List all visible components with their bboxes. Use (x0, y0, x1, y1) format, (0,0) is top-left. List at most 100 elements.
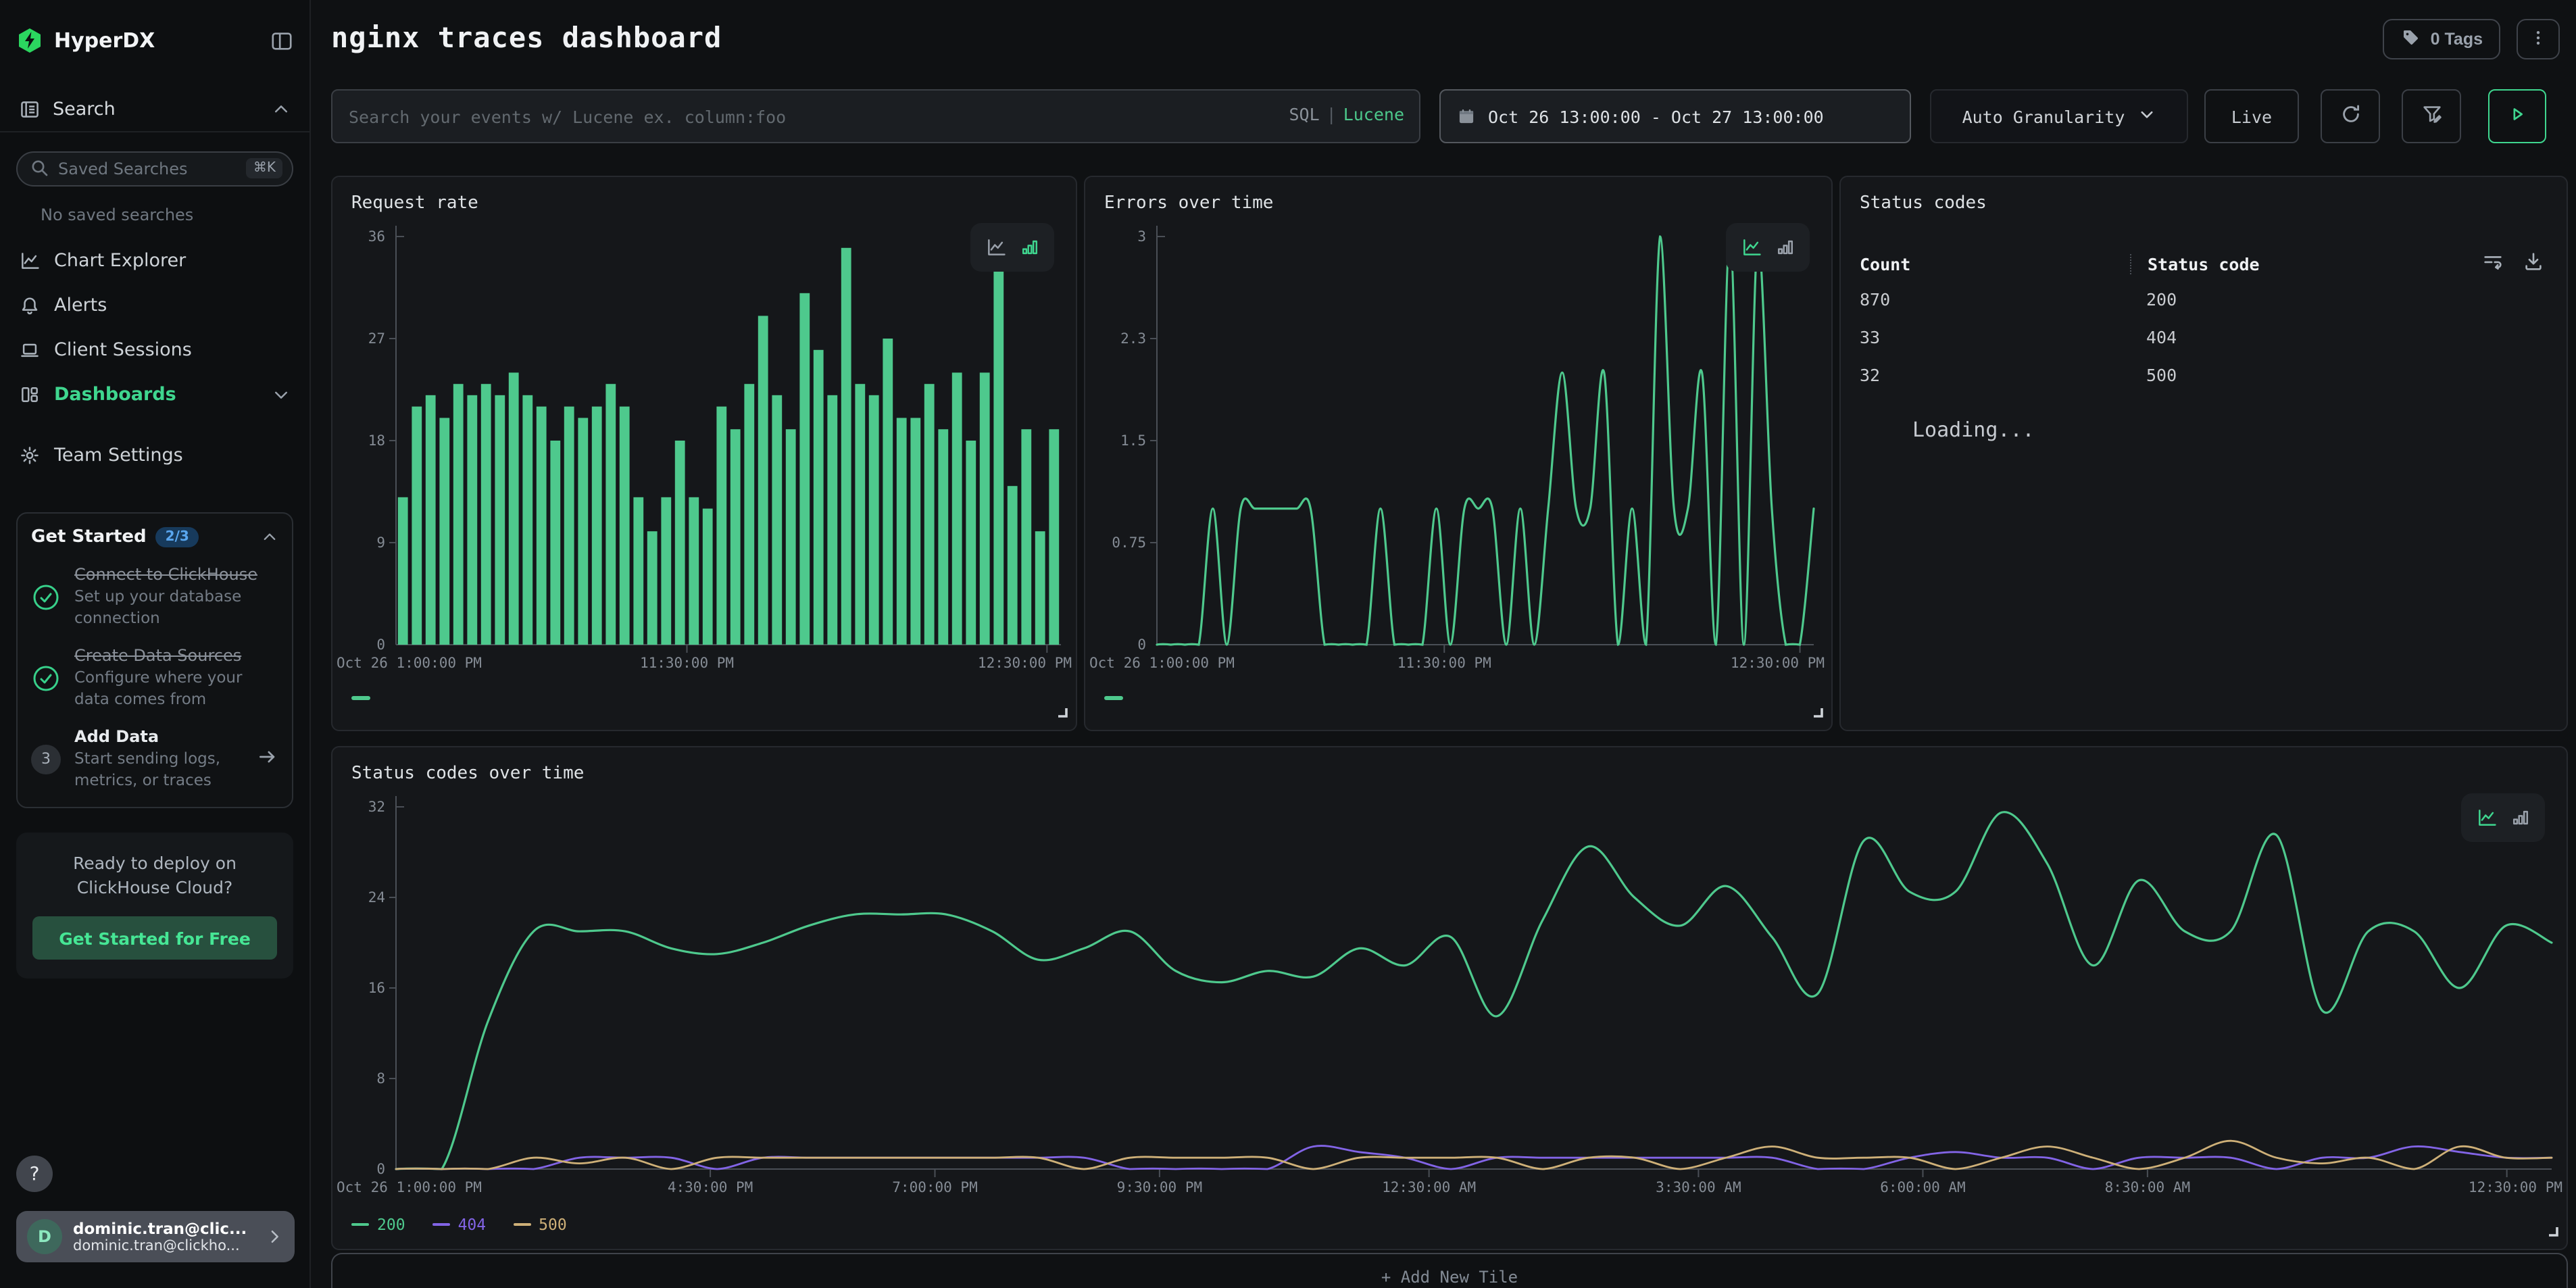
status-codes-table: Count Status code 870 200 33 404 32 500 (1860, 247, 2485, 393)
sidebar-item-search[interactable]: Search (0, 86, 309, 132)
sidebar-collapse-icon[interactable] (270, 29, 293, 52)
legend-item-500[interactable]: 500 (513, 1215, 567, 1234)
step-title: Connect to ClickHouse (74, 565, 278, 584)
panel-request-rate: Request rate 09182736Oct 26 1:00:00 PM11… (331, 176, 1077, 731)
refresh-button[interactable] (2321, 89, 2380, 143)
request-rate-chart: 09182736Oct 26 1:00:00 PM11:30:00 PM12:3… (334, 209, 1074, 685)
svg-text:4:30:00 PM: 4:30:00 PM (668, 1179, 753, 1195)
get-started-title: Get Started (31, 527, 147, 547)
get-started-step-sources[interactable]: Create Data Sources Configure where your… (31, 646, 278, 710)
date-range-picker[interactable]: Oct 26 13:00:00 - Oct 27 13:00:00 (1439, 89, 1911, 143)
sql-toggle[interactable]: SQL (1289, 104, 1319, 124)
calendar-icon (1457, 107, 1476, 126)
svg-text:0.75: 0.75 (1112, 535, 1146, 551)
chevron-down-icon[interactable] (272, 385, 291, 403)
bar-chart-toggle-icon[interactable] (1775, 237, 1796, 258)
step-subtitle: Configure where your data comes from (74, 668, 278, 710)
sidebar: HyperDX Search ⌘K No saved searches (0, 0, 311, 1288)
sidebar-item-chart-explorer[interactable]: Chart Explorer (0, 238, 309, 282)
line-chart-toggle-icon[interactable] (2475, 807, 2499, 828)
download-icon[interactable] (2522, 250, 2545, 273)
dashboard-menu-button[interactable] (2517, 19, 2560, 59)
loading-text: Loading... (1912, 418, 2035, 442)
table-row[interactable]: 870 200 (1860, 280, 2485, 318)
tags-button[interactable]: 0 Tags (2383, 19, 2500, 59)
check-circle-icon (31, 663, 61, 693)
lucene-toggle[interactable]: Lucene (1343, 104, 1404, 124)
sidebar-item-client-sessions[interactable]: Client Sessions (0, 327, 309, 372)
line-chart-toggle-icon[interactable] (1739, 237, 1764, 258)
run-query-button[interactable] (2488, 89, 2546, 143)
clickhouse-cloud-promo: Ready to deploy on ClickHouse Cloud? Get… (16, 833, 293, 979)
legend-dash (351, 1223, 369, 1226)
table-row[interactable]: 33 404 (1860, 318, 2485, 355)
sidebar-item-dashboards[interactable]: Dashboards (0, 372, 309, 416)
column-header-count[interactable]: Count (1860, 253, 2130, 274)
step-subtitle: Start sending logs, metrics, or traces (74, 749, 243, 791)
svg-text:12:30:00 PM: 12:30:00 PM (2469, 1179, 2562, 1195)
cell-count: 870 (1860, 289, 2130, 309)
get-started-header[interactable]: Get Started 2/3 (31, 527, 278, 547)
sidebar-item-alerts[interactable]: Alerts (0, 282, 309, 327)
filter-icon (2420, 102, 2443, 130)
event-search-input[interactable] (331, 89, 1420, 143)
user-email: dominic.tran@clickho... (73, 1238, 247, 1254)
svg-text:3: 3 (1137, 228, 1146, 245)
svg-text:12:30:00 AM: 12:30:00 AM (1382, 1179, 1476, 1195)
legend-item-200[interactable]: 200 (351, 1215, 405, 1234)
app-root: HyperDX Search ⌘K No saved searches (0, 0, 2576, 1288)
help-button[interactable]: ? (16, 1156, 53, 1192)
date-range-value: Oct 26 13:00:00 - Oct 27 13:00:00 (1488, 106, 1824, 126)
svg-text:2.3: 2.3 (1120, 330, 1146, 347)
get-started-step-add-data[interactable]: 3 Add Data Start sending logs, metrics, … (31, 727, 278, 791)
legend-dash[interactable] (351, 696, 370, 700)
cell-status-code: 404 (2130, 326, 2177, 347)
add-new-tile-button[interactable]: + Add New Tile (331, 1253, 2568, 1288)
table-actions (2481, 250, 2545, 273)
get-started-step-connect[interactable]: Connect to ClickHouse Set up your databa… (31, 565, 278, 628)
kebab-icon (2529, 28, 2548, 51)
table-row[interactable]: 32 500 (1860, 355, 2485, 393)
svg-text:16: 16 (368, 980, 385, 996)
legend-item-404[interactable]: 404 (432, 1215, 487, 1234)
sidebar-item-label: Dashboards (54, 383, 258, 405)
sidebar-item-label: Chart Explorer (54, 249, 291, 271)
promo-line1: Ready to deploy on (32, 851, 277, 876)
svg-text:12:30:00 PM: 12:30:00 PM (978, 655, 1072, 671)
granularity-value: Auto Granularity (1962, 106, 2125, 126)
legend-dash (432, 1223, 450, 1226)
svg-text:32: 32 (368, 799, 385, 815)
get-started-free-button[interactable]: Get Started for Free (32, 917, 277, 960)
chevron-up-icon[interactable] (261, 528, 278, 546)
sidebar-item-team-settings[interactable]: Team Settings (0, 432, 309, 477)
sidebar-item-label: Team Settings (54, 444, 291, 466)
app-title: HyperDX (54, 28, 259, 53)
shortcut-badge: ⌘K (247, 158, 282, 178)
sidebar-item-label: Alerts (54, 294, 291, 316)
bar-chart-toggle-icon[interactable] (2510, 807, 2531, 828)
live-button[interactable]: Live (2204, 89, 2299, 143)
resize-handle[interactable] (2545, 1218, 2560, 1243)
line-chart-toggle-icon[interactable] (984, 237, 1008, 258)
chevron-up-icon[interactable] (272, 99, 291, 118)
chart-type-toggle (970, 223, 1054, 272)
svg-text:8:30:00 AM: 8:30:00 AM (2105, 1179, 2190, 1195)
main-content: nginx traces dashboard 0 Tags SQL|Lucene (311, 0, 2576, 1288)
column-header-status-code[interactable]: Status code (2130, 253, 2260, 274)
query-language-toggle: SQL|Lucene (1289, 104, 1404, 124)
granularity-select[interactable]: Auto Granularity (1930, 89, 2188, 143)
svg-text:11:30:00 PM: 11:30:00 PM (640, 655, 734, 671)
resize-handle[interactable] (1810, 699, 1825, 724)
resize-handle[interactable] (1054, 699, 1069, 724)
svg-text:12:30:00 PM: 12:30:00 PM (1731, 655, 1825, 671)
svg-text:Oct 26 1:00:00 PM: Oct 26 1:00:00 PM (337, 1179, 482, 1195)
panel-title: Status codes (1860, 193, 1987, 214)
user-menu[interactable]: D dominic.tran@clic... dominic.tran@clic… (16, 1211, 295, 1262)
svg-text:36: 36 (368, 228, 385, 245)
chart-type-toggle (1726, 223, 1810, 272)
table-header-row: Count Status code (1860, 247, 2485, 280)
bar-chart-toggle-icon[interactable] (1019, 237, 1041, 258)
filter-button[interactable] (2402, 89, 2461, 143)
chart-type-toggle (2461, 793, 2545, 842)
legend-dash[interactable] (1104, 696, 1123, 700)
